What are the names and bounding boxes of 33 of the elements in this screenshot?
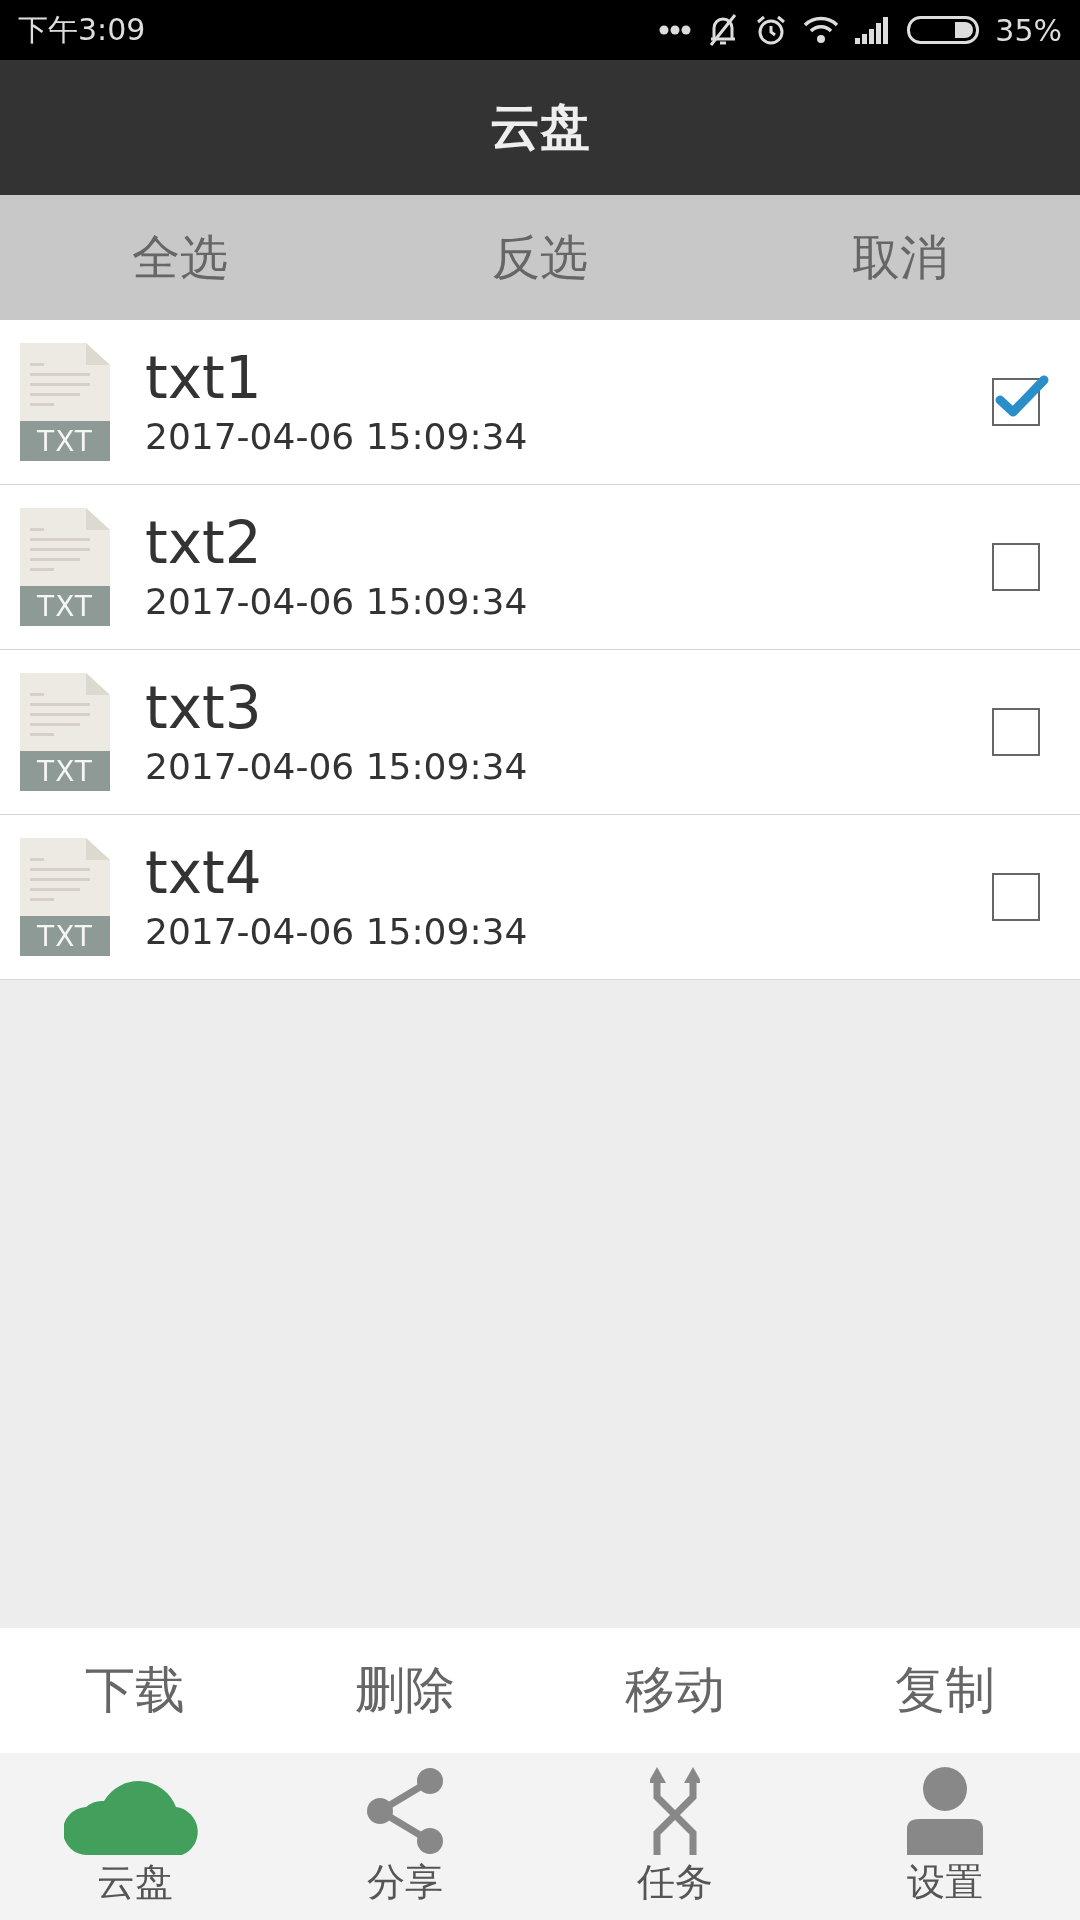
txt-file-icon: TXT [20,508,110,626]
file-date: 2017-04-06 15:09:34 [145,746,528,788]
share-icon [364,1767,446,1855]
more-dots-icon [659,25,692,35]
file-date: 2017-04-06 15:09:34 [145,581,528,623]
tab[interactable]: 任务 [540,1753,810,1920]
file-date: 2017-04-06 15:09:34 [145,416,528,458]
battery-icon [907,16,980,44]
action-button[interactable]: 复制 [879,1651,1011,1730]
crossing-arrows-icon [650,1767,700,1855]
file-name: txt4 [145,841,262,906]
file-name: txt2 [145,511,262,576]
tab[interactable]: 分享 [270,1753,540,1920]
file-date: 2017-04-06 15:09:34 [145,911,528,953]
status-time: 下午3:09 [18,10,146,49]
txt-file-icon: TXT [20,838,110,956]
wifi-icon [803,16,840,44]
selection-button[interactable]: 全选 [112,217,248,298]
action-button[interactable]: 下载 [69,1651,201,1730]
selection-button[interactable]: 反选 [472,217,608,298]
user-icon [907,1767,983,1855]
tab[interactable]: 云盘 [0,1753,270,1920]
tab[interactable]: 设置 [810,1753,1080,1920]
txt-file-icon: TXT [20,343,110,461]
txt-file-icon: TXT [20,673,110,791]
page-title: 云盘 [490,97,590,158]
action-button[interactable]: 删除 [339,1651,471,1730]
alarm-clock-icon [755,14,788,46]
selection-button[interactable]: 取消 [832,217,968,298]
file-name: txt1 [145,346,262,411]
battery-percent: 35% [995,12,1062,48]
file-name: txt3 [145,676,262,741]
action-button[interactable]: 移动 [609,1651,741,1730]
